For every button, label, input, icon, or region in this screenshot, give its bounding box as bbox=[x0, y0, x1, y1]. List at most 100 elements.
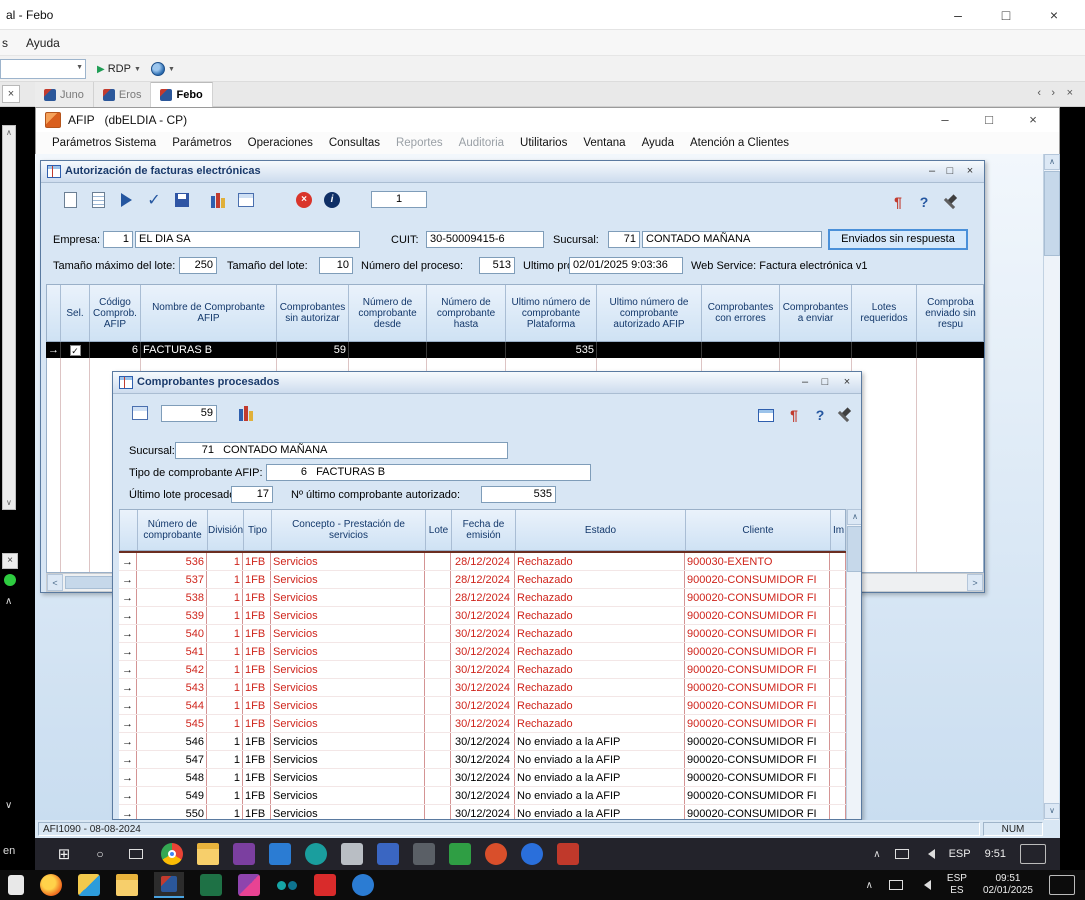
scroll-left-icon[interactable]: < bbox=[47, 574, 63, 591]
table-row[interactable]: → 543 1 1FB Servicios 30/12/2024 Rechaza… bbox=[119, 679, 846, 697]
network-icon[interactable] bbox=[895, 849, 909, 859]
column-header[interactable]: Im bbox=[831, 510, 847, 550]
afip-menu-item[interactable]: Reportes bbox=[388, 137, 451, 149]
tab-scroll-left-icon[interactable]: ‹ bbox=[1037, 87, 1041, 99]
empresa-name-field[interactable]: EL DIA SA bbox=[135, 231, 360, 248]
edit-app-button[interactable] bbox=[377, 843, 399, 865]
column-header[interactable]: Nombre de Comprobante AFIP bbox=[141, 285, 277, 341]
cuit-field[interactable]: 30-50009415-6 bbox=[426, 231, 544, 248]
mdi-vertical-scrollbar[interactable]: ∧ ∨ bbox=[1043, 154, 1059, 820]
pen-app-button[interactable] bbox=[352, 874, 374, 896]
ultimo-proceso-field[interactable]: 02/01/2025 9:03:36 bbox=[569, 257, 683, 274]
outer-close-button[interactable]: × bbox=[1031, 0, 1077, 30]
table-row[interactable]: → 536 1 1FB Servicios 28/12/2024 Rechaza… bbox=[119, 553, 846, 571]
checkbox-checked-icon[interactable]: ✓ bbox=[70, 345, 81, 356]
file-explorer-button[interactable] bbox=[116, 874, 138, 896]
remote-lang-indicator[interactable]: ESP bbox=[949, 848, 971, 860]
tools-button[interactable] bbox=[937, 189, 963, 215]
column-header[interactable]: Sel. bbox=[61, 285, 90, 341]
afip-menu-item[interactable]: Operaciones bbox=[240, 137, 321, 149]
menu-item-ayuda[interactable]: Ayuda bbox=[26, 36, 60, 50]
table-row[interactable]: → 548 1 1FB Servicios 30/12/2024 No envi… bbox=[119, 769, 846, 787]
outer-maximize-button[interactable]: □ bbox=[983, 0, 1029, 30]
column-header[interactable]: Tipo bbox=[244, 510, 272, 550]
scroll-up-icon[interactable]: ∧ bbox=[1044, 154, 1060, 170]
child-minimize-button[interactable]: – bbox=[797, 375, 813, 391]
column-header[interactable]: Cliente bbox=[686, 510, 831, 550]
afip-menu-item[interactable]: Consultas bbox=[321, 137, 388, 149]
remote-notification-button[interactable] bbox=[1020, 844, 1046, 864]
media-app-button[interactable] bbox=[276, 874, 298, 896]
pdf-app-button[interactable] bbox=[314, 874, 336, 896]
menu-item-partial[interactable]: s bbox=[2, 36, 8, 50]
column-header[interactable]: Comproba enviado sin respu bbox=[917, 285, 985, 341]
speaker-icon[interactable] bbox=[919, 880, 931, 890]
child-close-button[interactable]: × bbox=[839, 375, 855, 391]
scroll-down-icon[interactable]: ∨ bbox=[5, 800, 12, 811]
confirm-button[interactable]: ✓ bbox=[141, 187, 167, 213]
column-header[interactable]: Número de comprobante hasta bbox=[427, 285, 506, 341]
red-app-button[interactable] bbox=[557, 843, 579, 865]
scroll-up-icon[interactable]: ∧ bbox=[847, 509, 862, 525]
afip-maximize-button[interactable]: □ bbox=[967, 108, 1011, 132]
column-header[interactable]: Fecha de emisión bbox=[452, 510, 516, 550]
session-tab[interactable]: Febo bbox=[151, 82, 212, 107]
document-app-button[interactable] bbox=[341, 843, 363, 865]
sel-checkbox-cell[interactable]: ✓ bbox=[61, 342, 90, 358]
ultimo-autorizado-field[interactable]: 535 bbox=[481, 486, 556, 503]
remote-clock[interactable]: 9:51 bbox=[985, 848, 1006, 860]
host-lang-indicator[interactable]: ESP ES bbox=[947, 873, 967, 897]
count-field[interactable]: 59 bbox=[161, 405, 217, 422]
scroll-up-icon[interactable]: ∧ bbox=[6, 128, 12, 137]
host-clock[interactable]: 09:51 02/01/2025 bbox=[983, 873, 1033, 897]
empresa-code-field[interactable]: 1 bbox=[103, 231, 133, 248]
design-app-button[interactable] bbox=[78, 874, 100, 896]
outer-minimize-button[interactable]: – bbox=[935, 0, 981, 30]
properties-button[interactable] bbox=[85, 187, 111, 213]
child-maximize-button[interactable]: □ bbox=[942, 164, 958, 180]
start-button[interactable]: ⊞ bbox=[53, 843, 75, 865]
table-row[interactable]: → 544 1 1FB Servicios 30/12/2024 Rechaza… bbox=[119, 697, 846, 715]
sucursal-code-field[interactable]: 71 bbox=[608, 231, 640, 248]
save-button[interactable] bbox=[169, 187, 195, 213]
column-header[interactable]: Comprobantes sin autorizar bbox=[277, 285, 349, 341]
tipo-comprobante-field[interactable]: 6 FACTURAS B bbox=[266, 464, 591, 481]
firefox-button[interactable] bbox=[40, 874, 62, 896]
afip-menu-item[interactable]: Utilitarios bbox=[512, 137, 575, 149]
scrollbar-thumb[interactable] bbox=[847, 526, 862, 572]
afip-menu-item[interactable]: Ayuda bbox=[634, 137, 682, 149]
network-icon[interactable] bbox=[889, 880, 903, 890]
background-window-scrollbar[interactable]: ∧ ∨ bbox=[2, 125, 16, 510]
new-document-button[interactable] bbox=[57, 187, 83, 213]
tray-chevron-icon[interactable]: ∧ bbox=[873, 849, 880, 860]
tam-max-field[interactable]: 250 bbox=[179, 257, 217, 274]
session-tab[interactable]: Juno bbox=[35, 82, 94, 107]
afip-close-button[interactable]: × bbox=[1011, 108, 1055, 132]
scroll-up-icon[interactable]: ∧ bbox=[5, 596, 12, 607]
afip-menu-item[interactable]: Parámetros Sistema bbox=[44, 137, 164, 149]
child-maximize-button[interactable]: □ bbox=[817, 375, 833, 391]
word-app-button[interactable] bbox=[269, 843, 291, 865]
column-header[interactable]: Estado bbox=[516, 510, 686, 550]
calendar-app-button[interactable] bbox=[449, 843, 471, 865]
auth-selected-row[interactable]: → ✓ 6 FACTURAS B 59 535 bbox=[46, 342, 984, 358]
office-app-button[interactable] bbox=[233, 843, 255, 865]
export-grid-button[interactable] bbox=[233, 187, 259, 213]
ultimo-lote-field[interactable]: 17 bbox=[231, 486, 273, 503]
scroll-down-icon[interactable]: ∨ bbox=[1044, 803, 1060, 819]
column-header[interactable]: Lotes requeridos bbox=[852, 285, 917, 341]
column-header[interactable]: Concepto - Prestación de servicios bbox=[272, 510, 426, 550]
teams-app-button[interactable] bbox=[305, 843, 327, 865]
column-header[interactable]: Lote bbox=[426, 510, 452, 550]
excel-button[interactable] bbox=[200, 874, 222, 896]
help-button[interactable]: ? bbox=[807, 402, 833, 428]
sucursal-field[interactable]: 71 CONTADO MAÑANA bbox=[175, 442, 508, 459]
table-row[interactable]: → 546 1 1FB Servicios 30/12/2024 No envi… bbox=[119, 733, 846, 751]
column-header[interactable]: Número de comprobante desde bbox=[349, 285, 427, 341]
num-proceso-field[interactable]: 513 bbox=[479, 257, 515, 274]
column-header[interactable]: Ultimo número de comprobante Plataforma bbox=[506, 285, 597, 341]
file-explorer-button[interactable] bbox=[197, 843, 219, 865]
rdp-connect-button[interactable]: ▶ RDP ▼ bbox=[92, 59, 146, 79]
afip-menu-item[interactable]: Atención a Clientes bbox=[682, 137, 797, 149]
document-taskbar-icon[interactable] bbox=[8, 875, 24, 895]
